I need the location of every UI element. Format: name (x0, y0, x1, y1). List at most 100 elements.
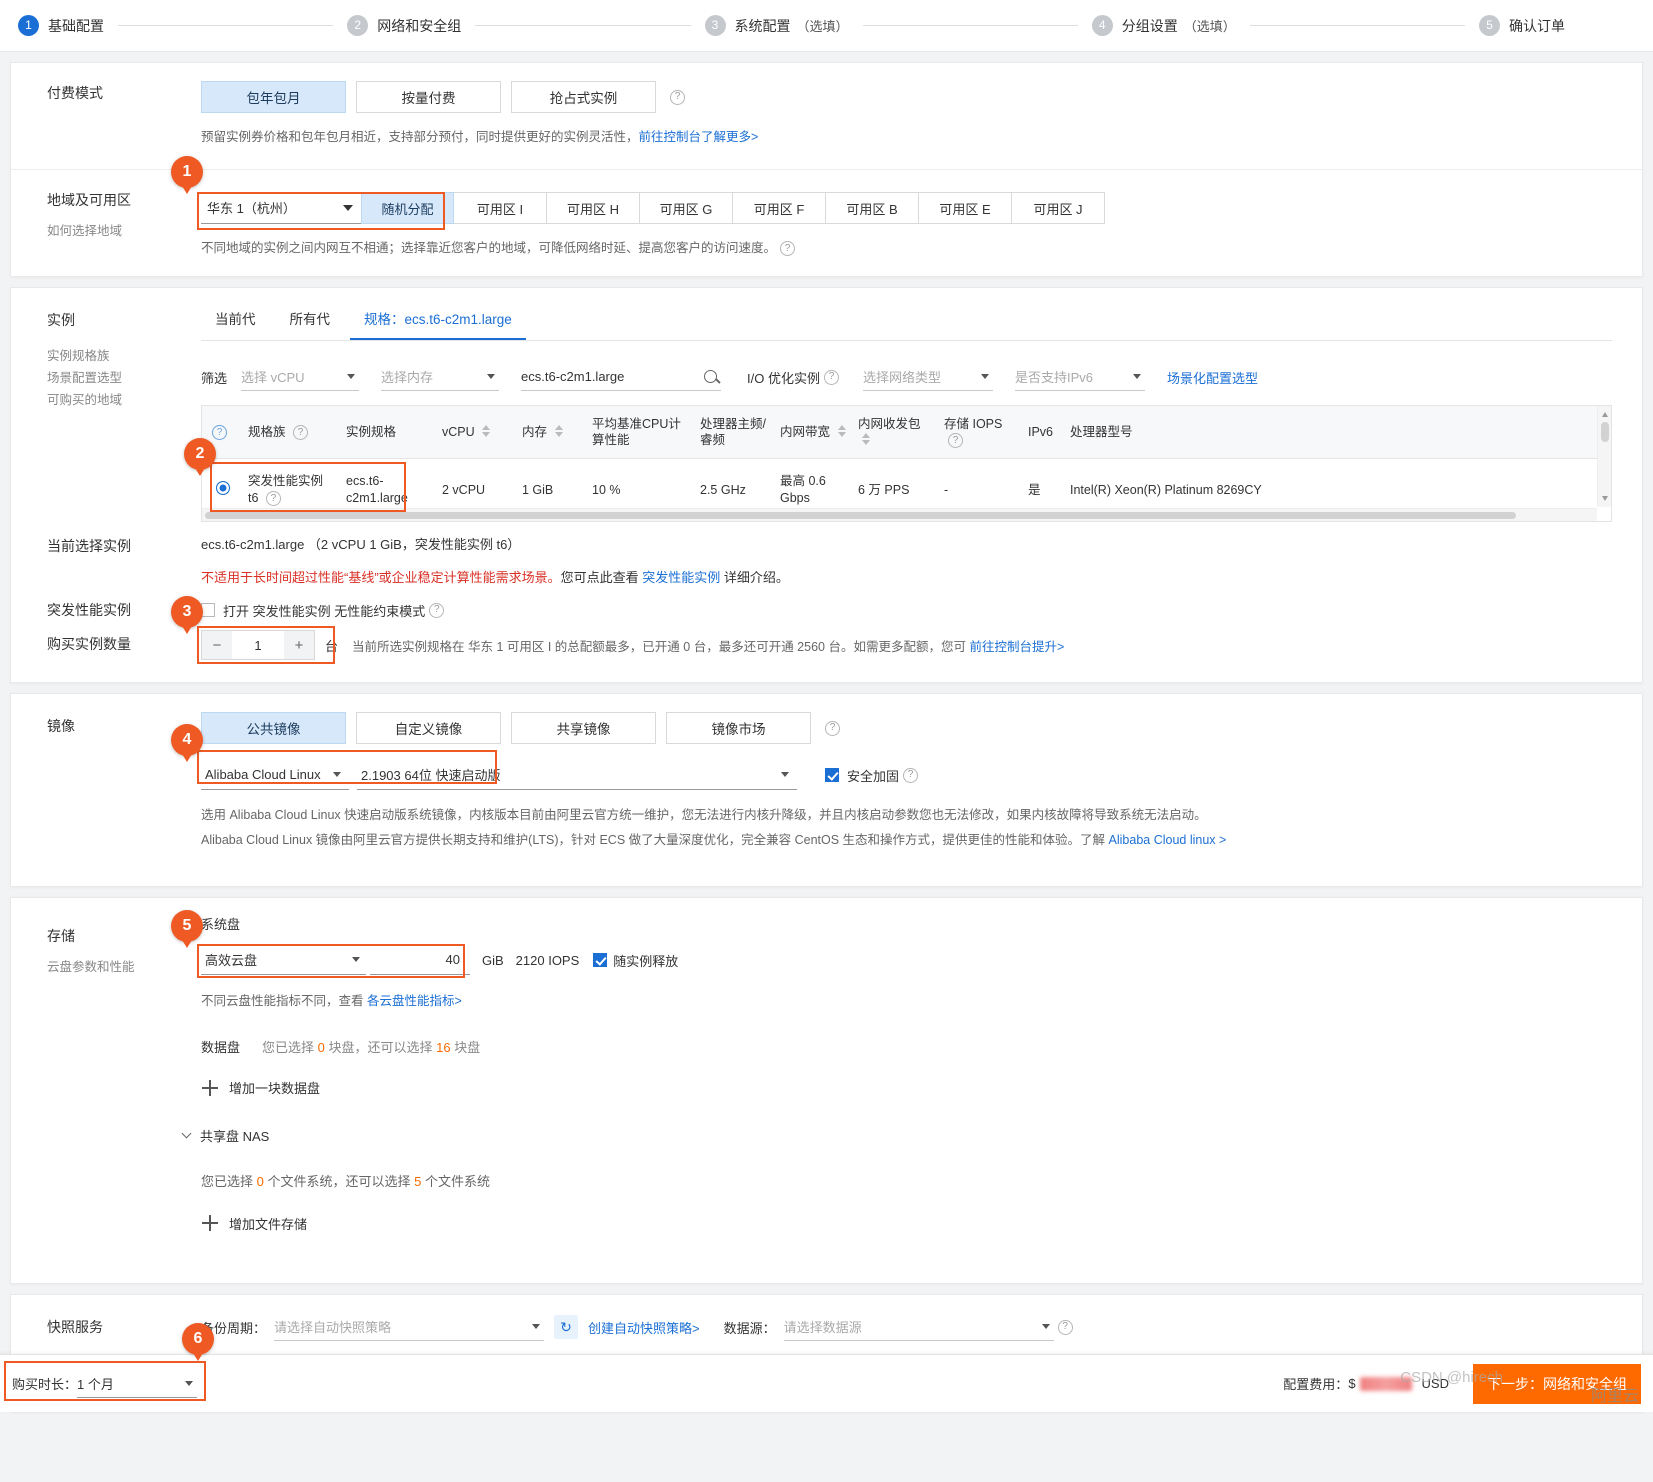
step-5-label: 确认订单 (1509, 17, 1566, 34)
annotation-badge-5: 5 (171, 910, 203, 949)
payment-mode-body: 包年包月 按量付费 抢占式实例 ? 预留实例券价格和包年包月相近，支持部分预付，… (201, 63, 1642, 165)
zone-j[interactable]: 可用区 J (1012, 192, 1105, 224)
zone-g[interactable]: 可用区 G (640, 192, 733, 224)
release-with-instance-checkbox[interactable] (593, 953, 608, 968)
filter-vcpu-select[interactable]: 选择 vCPU (241, 363, 360, 391)
scroll-thumb[interactable] (1601, 422, 1609, 442)
sort-icon[interactable] (554, 425, 563, 438)
image-tab-marketplace[interactable]: 镜像市场 (666, 712, 811, 745)
instance-search-input[interactable]: ecs.t6-c2m1.large (521, 363, 722, 391)
tab-current-generation[interactable]: 当前代 (201, 302, 270, 340)
zone-random[interactable]: 随机分配 (361, 192, 454, 224)
zone-f[interactable]: 可用区 F (733, 192, 826, 224)
search-icon[interactable] (704, 370, 718, 383)
image-tab-shared[interactable]: 共享镜像 (511, 712, 656, 745)
step-2-number: 2 (347, 15, 369, 36)
step-2-label: 网络和安全组 (377, 17, 462, 34)
payment-option-payasyougo[interactable]: 按量付费 (356, 81, 501, 113)
scene-config-link[interactable]: 场景化配置选型 (1167, 368, 1258, 387)
image-selectors: Alibaba Cloud Linux 2.1903 64位 快速启动版 安全加… (201, 760, 1612, 791)
backup-policy-select[interactable]: 请选择自动快照策略 (274, 1313, 545, 1342)
region-dropdown[interactable]: 华东 1（杭州） (201, 192, 361, 224)
data-disk-hint-pre: 您已选择 (262, 1040, 318, 1056)
image-tab-public[interactable]: 公共镜像 (201, 712, 346, 745)
instance-select-radio[interactable] (216, 480, 230, 495)
step-1[interactable]: 1 基础配置 (18, 15, 104, 36)
payment-option-spot[interactable]: 抢占式实例 (511, 81, 656, 113)
burst-instance-link[interactable]: 突发性能实例 (642, 570, 720, 585)
quantity-stepper[interactable]: − 1 + (201, 630, 315, 661)
quantity-decrease-button[interactable]: − (202, 631, 232, 660)
alibaba-cloud-linux-link[interactable]: Alibaba Cloud linux > (1109, 833, 1227, 847)
purchase-duration-select[interactable]: 1 个月 (77, 1370, 198, 1398)
region-help-icon[interactable]: ? (780, 241, 796, 257)
snapshot-help-icon[interactable]: ? (1057, 1319, 1073, 1335)
filter-network-select[interactable]: 选择网络类型 (862, 363, 993, 391)
step-5[interactable]: 5 确认订单 (1479, 15, 1565, 36)
add-file-storage-button[interactable]: 增加文件存储 (201, 1214, 307, 1233)
burst-mode-checkbox[interactable] (201, 603, 215, 618)
instance-sub-2[interactable]: 场景配置选型 (47, 368, 201, 388)
burst-mode-help-icon[interactable]: ? (429, 602, 445, 618)
filter-ipv6-select[interactable]: 是否支持IPv6 (1014, 363, 1145, 391)
step-2[interactable]: 2 网络和安全组 (347, 15, 461, 36)
image-version-select[interactable]: 2.1903 64位 快速启动版 (357, 760, 797, 791)
zone-b[interactable]: 可用区 B (826, 192, 919, 224)
region-help-link[interactable]: 如何选择地域 (47, 221, 201, 241)
scroll-down-icon[interactable] (1602, 496, 1608, 502)
disk-type-select[interactable]: 高效云盘 (201, 945, 366, 976)
payment-hint-link[interactable]: 前往控制台了解更多> (639, 130, 759, 144)
sort-icon[interactable] (862, 433, 870, 446)
add-data-disk-button[interactable]: 增加一块数据盘 (201, 1078, 320, 1097)
table-horizontal-scrollbar[interactable] (202, 508, 1597, 522)
zone-e[interactable]: 可用区 E (919, 192, 1012, 224)
refresh-icon[interactable]: ↻ (554, 1315, 579, 1340)
security-hardening-checkbox[interactable] (825, 768, 839, 783)
payment-option-subscription[interactable]: 包年包月 (201, 81, 346, 113)
sort-icon[interactable] (482, 425, 491, 438)
disk-perf-link[interactable]: 各云盘性能指标> (367, 994, 462, 1008)
data-disk-label: 数据盘 (201, 1040, 241, 1056)
filter-memory-select[interactable]: 选择内存 (381, 363, 500, 391)
storage-sub-label[interactable]: 云盘参数和性能 (47, 957, 201, 977)
zone-h[interactable]: 可用区 H (547, 192, 640, 224)
tab-selected-spec[interactable]: 规格：ecs.t6-c2m1.large (350, 302, 526, 340)
burst-mode-text: 打开 突发性能实例 无性能约束模式 (223, 603, 426, 619)
zone-i[interactable]: 可用区 I (454, 192, 547, 224)
table-vertical-scrollbar[interactable] (1597, 406, 1611, 508)
io-optimized-help-icon[interactable]: ? (823, 369, 839, 385)
create-snapshot-policy-link[interactable]: 创建自动快照策略> (588, 1318, 700, 1337)
image-description-2: Alibaba Cloud Linux 镜像由阿里云官方提供长期支持和维护(LT… (201, 829, 1612, 852)
disk-size-value: 40 (445, 952, 460, 968)
disk-size-input[interactable]: 40 (370, 945, 470, 976)
family-row-help-icon[interactable]: ? (265, 491, 281, 507)
current-selection-warning: 不适用于长时间超过性能“基线”或企业稳定计算性能需求场景。您可点此查看 突发性能… (201, 567, 1612, 586)
header-ipv6: IPv6 (1022, 406, 1064, 460)
scroll-up-icon[interactable] (1602, 412, 1608, 417)
sort-icon[interactable] (837, 425, 846, 438)
nas-section-header[interactable]: 共享盘 NAS (181, 1126, 1612, 1145)
quantity-increase-button[interactable]: + (284, 631, 314, 660)
payment-help-icon[interactable]: ? (670, 89, 685, 105)
select-help-icon[interactable]: ? (212, 425, 227, 441)
image-os-select[interactable]: Alibaba Cloud Linux (201, 760, 349, 791)
step-3[interactable]: 3 系统配置 （选填） (704, 15, 849, 36)
image-tab-custom[interactable]: 自定义镜像 (356, 712, 501, 745)
step-4[interactable]: 4 分组设置 （选填） (1091, 15, 1236, 36)
next-step-button[interactable]: 下一步：网络和安全组 (1473, 1363, 1641, 1404)
config-fee-symbol: $ (1348, 1376, 1356, 1392)
security-hardening-help-icon[interactable]: ? (903, 767, 919, 783)
region-row: 1 地域及可用区 如何选择地域 华东 1（杭州） 随机分配 可用区 I 可用区 … (11, 156, 1642, 276)
chevron-down-icon (352, 957, 360, 963)
data-source-select[interactable]: 请选择数据源 (783, 1313, 1054, 1342)
image-help-icon[interactable]: ? (825, 720, 840, 736)
config-fee-label: 配置费用： (1283, 1377, 1349, 1393)
tab-all-generations[interactable]: 所有代 (276, 302, 345, 340)
scroll-thumb-h[interactable] (205, 512, 1517, 520)
iops-help-icon[interactable]: ? (948, 433, 963, 449)
instance-sub-3[interactable]: 可购买的地域 (47, 390, 201, 410)
instance-sub-1[interactable]: 实例规格族 (47, 346, 201, 366)
family-help-icon[interactable]: ? (293, 425, 308, 441)
quota-increase-link[interactable]: 前往控制台提升> (969, 640, 1064, 654)
quantity-value[interactable]: 1 (232, 638, 284, 653)
